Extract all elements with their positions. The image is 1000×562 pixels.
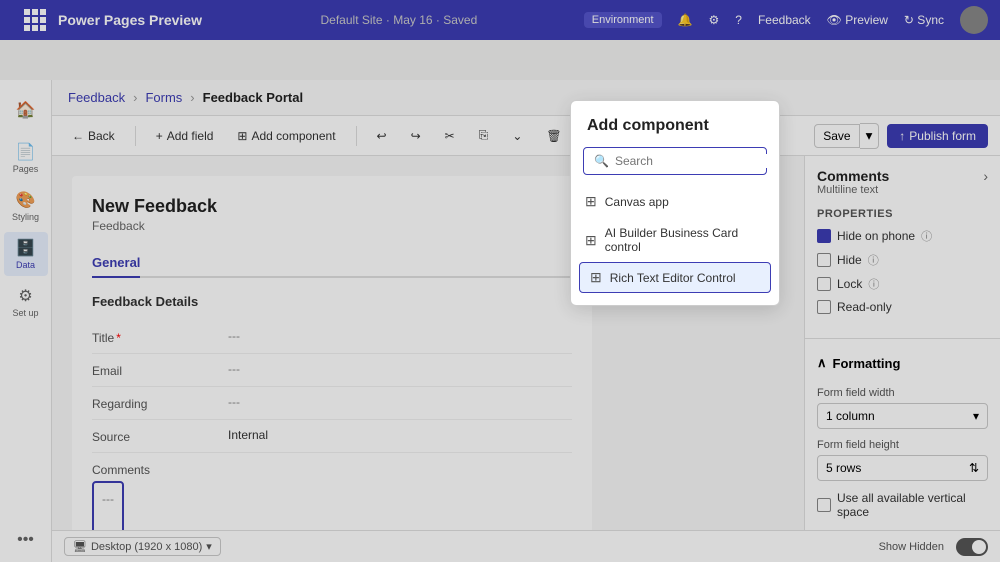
component-item-rich-text[interactable]: ⊞ Rich Text Editor Control: [579, 262, 771, 293]
search-icon: 🔍: [594, 154, 609, 168]
dialog-title: Add component: [571, 101, 779, 147]
rich-text-label: Rich Text Editor Control: [610, 271, 736, 285]
ai-builder-icon: ⊞: [585, 232, 597, 249]
canvas-app-icon: ⊞: [585, 193, 597, 210]
dialog-search-box[interactable]: 🔍: [583, 147, 767, 175]
component-item-ai-builder[interactable]: ⊞ AI Builder Business Card control: [571, 218, 779, 262]
component-item-canvas-app[interactable]: ⊞ Canvas app: [571, 185, 779, 218]
overlay-backdrop[interactable]: [0, 0, 1000, 562]
search-input[interactable]: [615, 154, 770, 168]
ai-builder-label: AI Builder Business Card control: [605, 226, 765, 254]
canvas-app-label: Canvas app: [605, 195, 669, 209]
rich-text-icon: ⊞: [590, 269, 602, 286]
add-component-dialog: Add component 🔍 ⊞ Canvas app ⊞ AI Builde…: [570, 100, 780, 306]
